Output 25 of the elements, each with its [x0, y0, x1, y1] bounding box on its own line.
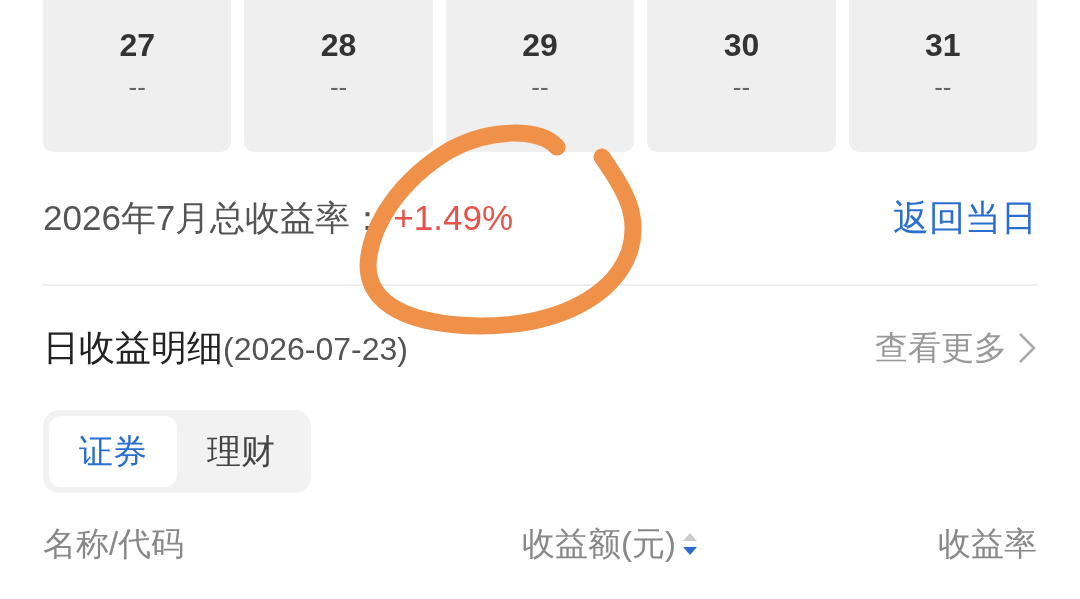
day-cell[interactable]: 29 --: [445, 0, 635, 152]
chevron-right-icon: [1017, 331, 1037, 365]
column-header[interactable]: 名称/代码: [43, 519, 185, 569]
column-header[interactable]: 收益率: [938, 519, 1037, 569]
return-value: +1.49%: [393, 197, 513, 237]
day-number: 30: [723, 26, 760, 65]
back-to-today-link[interactable]: 返回当日: [893, 191, 1037, 245]
day-value: --: [732, 74, 751, 101]
tab[interactable]: 理财: [177, 416, 305, 487]
column-header[interactable]: 收益额(元): [522, 519, 698, 569]
day-value: --: [934, 74, 952, 101]
day-value: --: [128, 74, 146, 101]
day-cell[interactable]: 27 --: [43, 0, 232, 152]
day-number: 28: [320, 26, 357, 65]
day-cell[interactable]: 30 --: [647, 0, 836, 152]
day-value: --: [329, 74, 348, 101]
date-label: (2026-07-23): [223, 331, 408, 367]
section-title: 日收益明细: [43, 327, 223, 368]
day-value: --: [531, 74, 549, 101]
day-cell[interactable]: 31 --: [848, 0, 1038, 152]
tab[interactable]: 证券: [49, 416, 177, 487]
day-number: 27: [119, 26, 155, 65]
day-number: 29: [522, 26, 558, 65]
day-number: 31: [925, 26, 961, 65]
day-cell[interactable]: 28 --: [244, 0, 433, 152]
